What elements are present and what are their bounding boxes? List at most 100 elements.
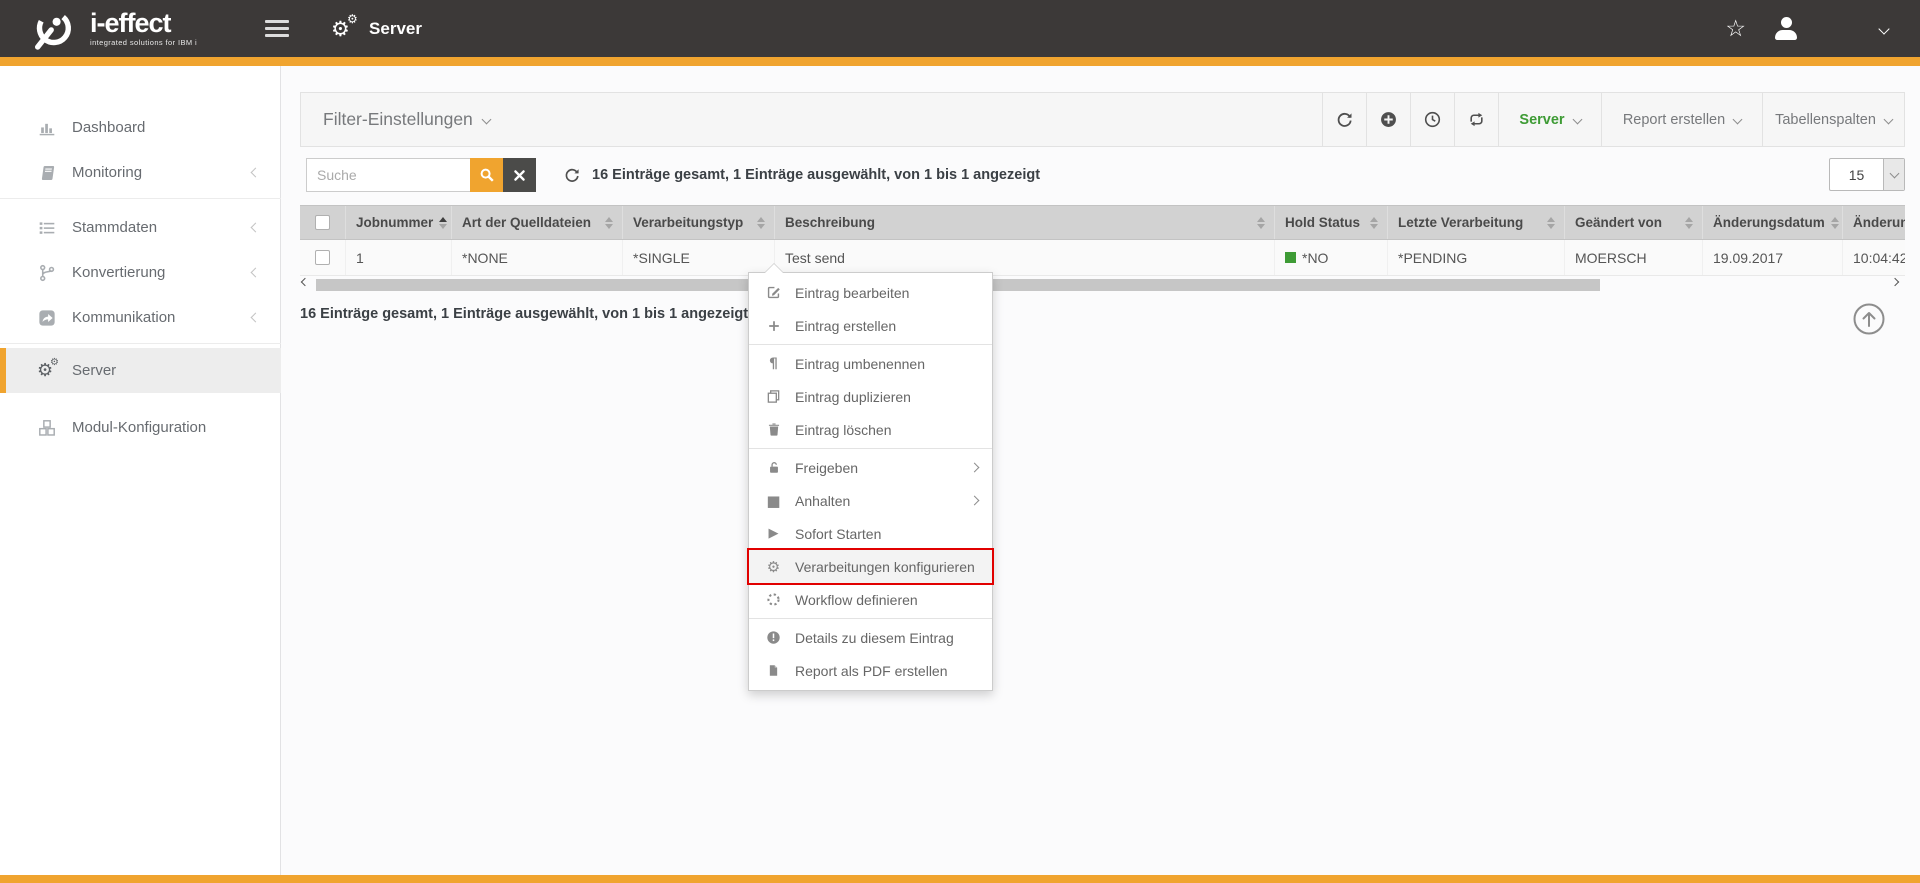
column-header-hold-status[interactable]: Hold Status	[1275, 206, 1388, 239]
server-dropdown[interactable]: Server	[1498, 93, 1601, 146]
menu-item-eintrag-bearbeiten[interactable]: Eintrag bearbeiten	[749, 276, 992, 309]
menu-item-verarbeitungen-konfigurieren[interactable]: ⚙ Verarbeitungen konfigurieren	[749, 550, 992, 583]
page-size-select[interactable]: 15	[1829, 158, 1905, 191]
sidebar-item-kommunikation[interactable]: Kommunikation	[0, 295, 281, 340]
sidebar-item-konvertierung[interactable]: Konvertierung	[0, 250, 281, 295]
menu-item-eintrag-erstellen[interactable]: Eintrag erstellen	[749, 309, 992, 342]
sidebar-item-label: Modul-Konfiguration	[72, 419, 206, 436]
refresh-icon	[1336, 111, 1353, 128]
sort-icon	[1679, 217, 1702, 229]
clear-search-button[interactable]	[503, 158, 536, 192]
user-profile-icon[interactable]	[1774, 17, 1798, 40]
sidebar-item-server[interactable]: ⚙⚙ Server	[0, 348, 281, 393]
entries-summary-bottom: 16 Einträge gesamt, 1 Einträge ausgewähl…	[300, 306, 748, 322]
menu-item-eintrag-loeschen[interactable]: Eintrag löschen	[749, 413, 992, 446]
scroll-right-icon[interactable]	[1892, 279, 1898, 285]
column-header-beschreibung[interactable]: Beschreibung	[775, 206, 1275, 239]
cell-geaendert-von: MOERSCH	[1565, 240, 1703, 275]
trash-icon	[765, 422, 782, 437]
topbar-chevron-down-icon[interactable]	[1880, 20, 1888, 38]
column-header-verarbeitungstyp[interactable]: Verarbeitungstyp	[623, 206, 775, 239]
column-header-art-der-quelldateien[interactable]: Art der Quelldateien	[452, 206, 623, 239]
sort-icon	[599, 217, 622, 229]
menu-item-details-zu-diesem-eintrag[interactable]: Details zu diesem Eintrag	[749, 621, 992, 654]
accent-bar-bottom	[0, 875, 1920, 883]
summary-refresh-icon[interactable]	[564, 167, 580, 183]
menu-divider	[749, 344, 992, 345]
jobs-table: Jobnummer Art der Quelldateien Verarbeit…	[300, 205, 1905, 276]
select-all-cell	[300, 206, 346, 239]
sidebar-item-modul-konfiguration[interactable]: Modul-Konfiguration	[0, 405, 281, 450]
column-header-geaendert-von[interactable]: Geändert von	[1565, 206, 1703, 239]
cell-jobnummer: 1	[346, 240, 452, 275]
spinner-icon	[765, 592, 782, 607]
sort-icon	[1364, 217, 1387, 229]
tabellenspalten-dropdown[interactable]: Tabellenspalten	[1762, 93, 1904, 146]
column-header-aenderungsdatum[interactable]: Änderungsdatum	[1703, 206, 1843, 239]
brand-tagline: integrated solutions for IBM i	[90, 39, 197, 47]
cell-art-der-quelldateien: *NONE	[452, 240, 623, 275]
add-button[interactable]	[1366, 93, 1410, 146]
menu-item-sofort-starten[interactable]: ▶ Sofort Starten	[749, 517, 992, 550]
close-icon	[513, 169, 526, 182]
arrow-up-circle-icon	[1852, 302, 1886, 336]
menu-item-eintrag-umbenennen[interactable]: ¶ Eintrag umbenennen	[749, 347, 992, 380]
cell-verarbeitungstyp: *SINGLE	[623, 240, 775, 275]
scroll-to-top-button[interactable]	[1852, 302, 1886, 336]
column-label: Geändert von	[1575, 215, 1662, 230]
menu-item-report-als-pdf-erstellen[interactable]: Report als PDF erstellen	[749, 654, 992, 687]
sort-icon	[1251, 217, 1274, 229]
column-header-letzte-verarbeitung[interactable]: Letzte Verarbeitung	[1388, 206, 1565, 239]
column-header-aenderungszeit[interactable]: Änderungszeit	[1843, 206, 1905, 239]
brand-logo[interactable]: i-effect integrated solutions for IBM i	[26, 8, 197, 50]
sidebar-item-label: Konvertierung	[72, 264, 165, 281]
menu-item-label: Eintrag duplizieren	[795, 389, 911, 405]
bar-chart-icon	[37, 119, 57, 137]
brand-name: i-effect	[90, 10, 197, 37]
report-erstellen-dropdown[interactable]: Report erstellen	[1601, 93, 1762, 146]
repeat-button[interactable]	[1454, 93, 1498, 146]
search-icon	[479, 167, 495, 183]
column-label: Jobnummer	[356, 215, 433, 230]
filter-settings-dropdown[interactable]: Filter-Einstellungen	[323, 109, 490, 130]
menu-item-label: Verarbeitungen konfigurieren	[795, 559, 975, 575]
sidebar-divider	[0, 198, 281, 199]
cell-beschreibung: Test send	[775, 240, 1275, 275]
menu-item-anhalten[interactable]: ■ Anhalten	[749, 484, 992, 517]
search-button[interactable]	[470, 158, 503, 192]
select-all-checkbox[interactable]	[315, 215, 330, 230]
info-icon	[765, 630, 782, 645]
add-circle-icon	[1380, 111, 1397, 128]
branch-icon	[37, 264, 57, 282]
sidebar-item-monitoring[interactable]: Monitoring	[0, 150, 281, 195]
search-input[interactable]	[306, 158, 470, 192]
favorite-star-icon[interactable]: ☆	[1725, 16, 1746, 42]
table-row[interactable]: 1 *NONE *SINGLE Test send *NO *PENDING M…	[300, 240, 1905, 276]
row-checkbox[interactable]	[315, 250, 330, 265]
columns-dropdown-label: Tabellenspalten	[1775, 112, 1876, 128]
sidebar-item-label: Server	[72, 362, 116, 379]
history-button[interactable]	[1410, 93, 1454, 146]
plus-icon	[765, 319, 782, 333]
menu-toggle-icon[interactable]	[265, 16, 289, 41]
sidebar-item-label: Kommunikation	[72, 309, 175, 326]
menu-item-label: Report als PDF erstellen	[795, 663, 948, 679]
column-label: Letzte Verarbeitung	[1398, 215, 1523, 230]
chevron-down-icon	[481, 115, 491, 125]
refresh-button[interactable]	[1322, 93, 1366, 146]
menu-item-eintrag-duplizieren[interactable]: Eintrag duplizieren	[749, 380, 992, 413]
menu-item-freigeben[interactable]: Freigeben	[749, 451, 992, 484]
chevron-down-icon	[1572, 115, 1582, 125]
sidebar-item-stammdaten[interactable]: Stammdaten	[0, 205, 281, 250]
menu-item-workflow-definieren[interactable]: Workflow definieren	[749, 583, 992, 616]
column-label: Beschreibung	[785, 215, 875, 230]
page-title: Server	[369, 19, 422, 39]
chevron-right-icon	[970, 496, 980, 506]
cubes-icon	[37, 419, 57, 437]
column-label: Änderungszeit	[1853, 215, 1905, 230]
column-header-jobnummer[interactable]: Jobnummer	[346, 206, 452, 239]
accent-bar-top	[0, 57, 1920, 66]
gear-icon: ⚙	[765, 558, 782, 576]
sidebar-item-dashboard[interactable]: Dashboard	[0, 105, 281, 150]
scroll-left-icon[interactable]	[302, 279, 308, 285]
